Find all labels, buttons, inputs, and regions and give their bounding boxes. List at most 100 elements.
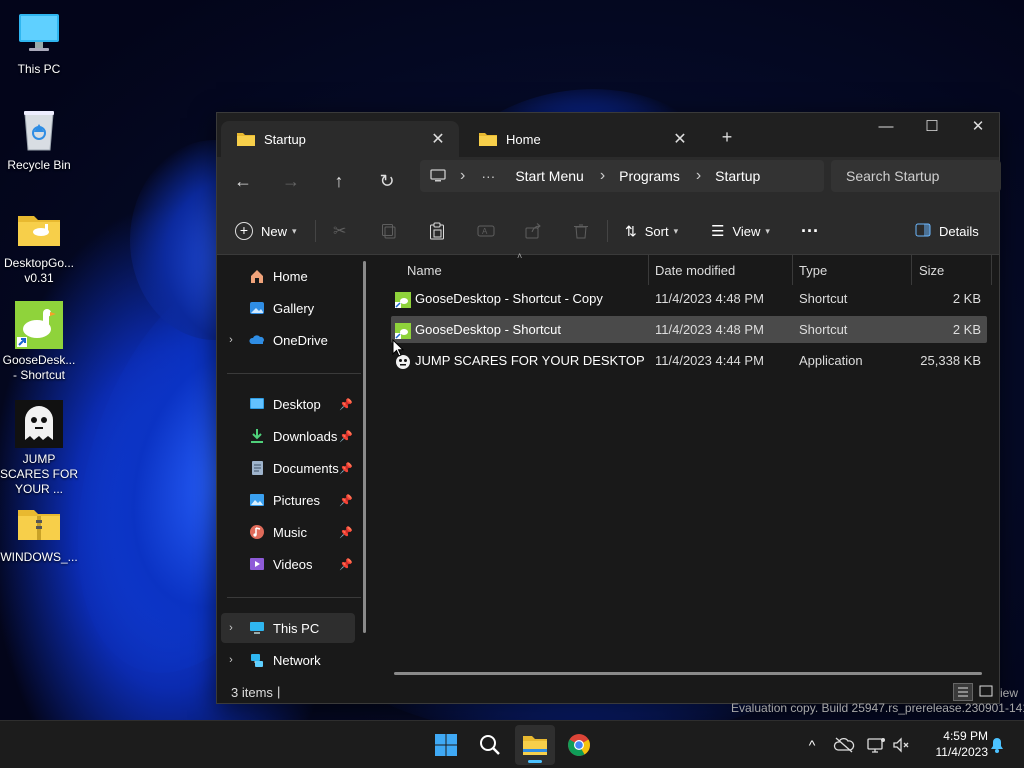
cut-button[interactable]: ✂ xyxy=(333,207,346,255)
tiles-view-button[interactable] xyxy=(977,683,995,701)
tab-home[interactable]: Home ✕ xyxy=(463,121,701,157)
network-status-icon[interactable] xyxy=(864,733,888,757)
list-view-icon xyxy=(958,687,968,697)
show-hidden-icons-button[interactable]: ^ xyxy=(800,733,824,757)
file-date: 11/4/2023 4:48 PM xyxy=(655,291,764,306)
table-row[interactable]: GooseDesktop - Shortcut 11/4/2023 4:48 P… xyxy=(391,316,987,343)
breadcrumb-more-button[interactable]: ··· xyxy=(481,168,495,184)
search-input[interactable]: Search Startup xyxy=(831,160,1001,192)
table-row[interactable]: GooseDesktop - Shortcut - Copy 11/4/2023… xyxy=(391,285,987,312)
file-size: 2 KB xyxy=(952,322,981,337)
more-options-button[interactable]: ··· xyxy=(801,207,819,255)
nav-item-downloads[interactable]: Downloads 📌 xyxy=(221,421,355,451)
volume-muted-icon[interactable] xyxy=(890,733,914,757)
desktop-icon-goosedesktop-shortcut[interactable]: GooseDesk... - Shortcut xyxy=(0,301,78,383)
details-view-button[interactable] xyxy=(953,683,973,701)
chevron-right-icon[interactable]: › xyxy=(221,622,241,634)
table-row[interactable]: JUMP SCARES FOR YOUR DESKTOP 11/4/2023 4… xyxy=(391,347,987,374)
tab-startup[interactable]: Startup ✕ xyxy=(221,121,459,157)
desktop-icon-this-pc[interactable]: This PC xyxy=(0,10,78,77)
nav-item-this-pc[interactable]: › This PC xyxy=(221,613,355,643)
pin-icon[interactable]: 📌 xyxy=(339,494,353,507)
chrome-taskbar-button[interactable] xyxy=(559,725,599,765)
close-tab-icon[interactable]: ✕ xyxy=(427,129,449,149)
pin-icon[interactable]: 📌 xyxy=(339,430,353,443)
file-explorer-window[interactable]: Startup ✕ Home ✕ + — ☐ ✕ ← → ↑ ↻ › ··· S… xyxy=(216,112,1001,704)
details-label: Details xyxy=(939,223,979,239)
paste-button[interactable] xyxy=(429,207,445,255)
close-window-button[interactable]: ✕ xyxy=(955,113,1001,143)
notification-bell-icon[interactable] xyxy=(985,733,1009,757)
desktop-icon-windows-zip[interactable]: WINDOWS_... xyxy=(0,498,78,565)
desktop-icon-recycle-bin[interactable]: Recycle Bin xyxy=(0,106,78,173)
nav-item-music[interactable]: Music 📌 xyxy=(221,517,355,547)
breadcrumb-programs[interactable]: Programs xyxy=(619,168,680,184)
close-tab-icon[interactable]: ✕ xyxy=(669,129,691,149)
monitor-icon xyxy=(430,169,446,183)
share-button[interactable] xyxy=(525,207,541,255)
chevron-right-icon[interactable]: › xyxy=(221,334,241,346)
title-bar[interactable]: Startup ✕ Home ✕ + — ☐ ✕ xyxy=(217,113,999,157)
desktop-icon-desktopgoose-folder[interactable]: DesktopGo... v0.31 xyxy=(0,204,78,286)
active-indicator xyxy=(528,760,542,763)
nav-item-pictures[interactable]: Pictures 📌 xyxy=(221,485,355,515)
pin-icon[interactable]: 📌 xyxy=(339,398,353,411)
view-button[interactable]: ☰ View ▾ xyxy=(711,207,770,255)
start-button[interactable] xyxy=(426,725,466,765)
column-separator[interactable] xyxy=(792,255,793,285)
minimize-button[interactable]: — xyxy=(863,113,909,143)
nav-pane-scrollbar[interactable] xyxy=(363,261,366,633)
column-header-date[interactable]: Date modified xyxy=(655,255,735,285)
column-header-type[interactable]: Type xyxy=(799,255,827,285)
system-clock[interactable]: 4:59 PM 11/4/2023 xyxy=(918,728,989,760)
up-button[interactable]: ↑ xyxy=(323,165,355,197)
breadcrumb-separator: › xyxy=(695,167,702,184)
column-separator[interactable] xyxy=(911,255,912,285)
search-button[interactable] xyxy=(470,725,510,765)
this-pc-icon xyxy=(249,620,265,636)
pin-icon[interactable]: 📌 xyxy=(339,558,353,571)
new-button[interactable]: + New ▾ xyxy=(235,207,297,255)
nav-item-documents[interactable]: Documents 📌 xyxy=(221,453,355,483)
gallery-icon xyxy=(249,300,265,316)
pin-icon[interactable]: 📌 xyxy=(339,526,353,539)
desktop-icon-jump-scares[interactable]: JUMP SCARES FOR YOUR ... xyxy=(0,400,78,497)
pin-icon[interactable]: 📌 xyxy=(339,462,353,475)
downloads-icon xyxy=(249,428,265,444)
file-explorer-taskbar-button[interactable] xyxy=(515,725,555,765)
column-header-name[interactable]: Name xyxy=(407,255,442,285)
file-date: 11/4/2023 4:48 PM xyxy=(655,322,764,337)
breadcrumb-startup[interactable]: Startup xyxy=(715,168,760,184)
breadcrumb-start-menu[interactable]: Start Menu xyxy=(515,168,583,184)
rename-button[interactable]: A xyxy=(477,207,495,255)
forward-button[interactable]: → xyxy=(275,165,307,197)
nav-item-home[interactable]: Home xyxy=(221,261,355,291)
view-icon: ☰ xyxy=(711,223,725,240)
address-bar[interactable]: › ··· Start Menu › Programs › Startup xyxy=(420,160,824,192)
nav-item-gallery[interactable]: Gallery xyxy=(221,293,355,323)
details-button[interactable]: Details xyxy=(915,207,979,255)
column-separator[interactable] xyxy=(991,255,992,285)
refresh-button[interactable]: ↻ xyxy=(371,165,403,197)
delete-button[interactable] xyxy=(573,207,589,255)
column-header-size[interactable]: Size xyxy=(919,255,944,285)
zip-folder-icon xyxy=(15,498,63,546)
maximize-button[interactable]: ☐ xyxy=(909,113,955,143)
chevron-right-icon[interactable]: › xyxy=(221,654,241,666)
new-tab-button[interactable]: + xyxy=(715,125,739,149)
copy-button[interactable] xyxy=(381,207,397,255)
tab-label: Startup xyxy=(264,131,306,147)
plus-circle-icon: + xyxy=(235,222,253,240)
column-separator[interactable] xyxy=(648,255,649,285)
nav-item-network[interactable]: › Network xyxy=(221,645,355,675)
cloud-offline-icon[interactable] xyxy=(832,733,856,757)
sort-button[interactable]: ⇅ Sort ▾ xyxy=(625,207,678,255)
back-button[interactable]: ← xyxy=(227,165,259,197)
horizontal-scrollbar[interactable] xyxy=(394,672,982,675)
nav-item-videos[interactable]: Videos 📌 xyxy=(221,549,355,579)
divider xyxy=(227,597,361,598)
nav-item-desktop[interactable]: Desktop 📌 xyxy=(221,389,355,419)
nav-item-onedrive[interactable]: › OneDrive xyxy=(221,325,355,355)
divider xyxy=(607,220,608,242)
command-bar: + New ▾ ✂ A ⇅ Sort ▾ ☰ View ▾ ··· Detail… xyxy=(217,207,999,255)
